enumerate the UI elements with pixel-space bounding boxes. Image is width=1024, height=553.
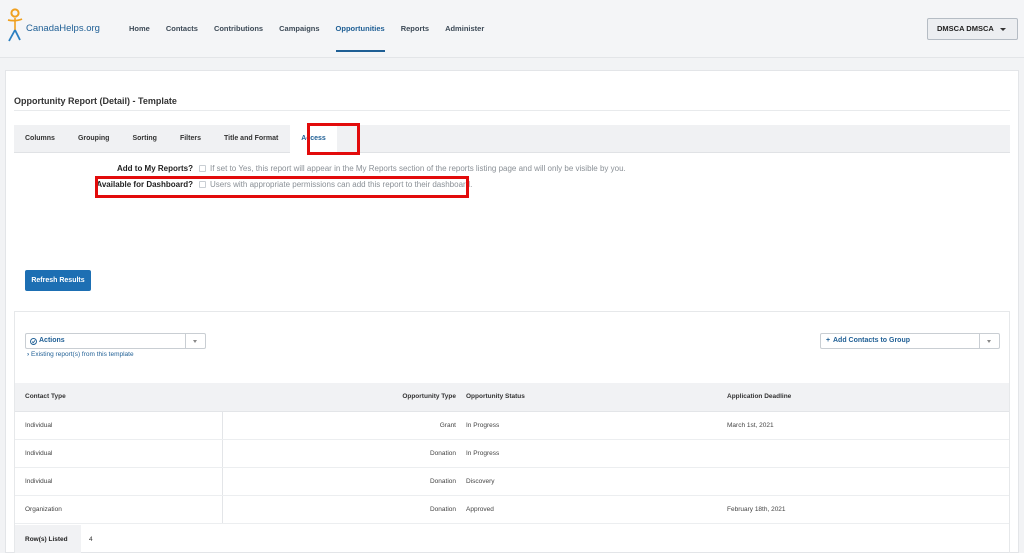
table-row: Individual Donation In Progress (15, 439, 1009, 468)
actions-select-divider (185, 334, 186, 348)
actions-select[interactable]: Actions (25, 333, 206, 349)
user-menu-button[interactable]: DMSCA DMSCA (927, 18, 1018, 40)
chevron-right-icon: › (27, 351, 30, 358)
dashboard-highlight (95, 176, 469, 198)
nav-item-contacts[interactable]: Contacts (166, 0, 198, 58)
cell-opportunity-type: Donation (222, 439, 461, 468)
report-container: Opportunity Report (Detail) - Template C… (5, 70, 1019, 553)
column-header-contact-type[interactable]: Contact Type (15, 383, 222, 412)
rows-listed-value: 4 (89, 536, 93, 543)
canadahelps-logo[interactable]: CanadaHelps.org (6, 8, 106, 44)
results-table: Contact Type Opportunity Type Opportunit… (15, 383, 1009, 524)
chevron-down-icon (193, 340, 197, 343)
my-reports-label: Add to My Reports? (117, 164, 193, 173)
cell-contact-type: Organization (15, 495, 223, 524)
tab-columns[interactable]: Columns (14, 125, 66, 153)
cell-opportunity-status: Approved (461, 495, 717, 524)
add-contacts-to-group-select[interactable]: + Add Contacts to Group (820, 333, 1000, 349)
cell-opportunity-status: In Progress (461, 411, 717, 440)
page-title: Opportunity Report (Detail) - Template (14, 96, 177, 106)
column-header-opportunity-type[interactable]: Opportunity Type (222, 383, 461, 412)
table-row: Organization Donation Approved February … (15, 495, 1009, 524)
nav-item-contributions[interactable]: Contributions (214, 0, 263, 58)
user-menu-label: DMSCA DMSCA (937, 24, 994, 33)
tab-title-and-format[interactable]: Title and Format (213, 125, 289, 153)
tab-sorting[interactable]: Sorting (121, 125, 168, 153)
table-footer: Row(s) Listed 4 (15, 525, 1009, 553)
title-divider (14, 110, 1010, 111)
chevron-down-icon (987, 340, 991, 343)
brand-name: CanadaHelps.org (26, 23, 100, 34)
cell-application-deadline (717, 439, 1009, 468)
cell-contact-type: Individual (15, 467, 223, 496)
rows-listed-label: Row(s) Listed (15, 525, 81, 553)
cell-opportunity-status: In Progress (461, 439, 717, 468)
column-header-application-deadline[interactable]: Application Deadline (717, 383, 1009, 412)
group-select-divider (979, 334, 980, 348)
access-tab-highlight (307, 123, 360, 155)
table-row: Individual Grant In Progress March 1st, … (15, 411, 1009, 440)
add-contacts-to-group-label: Add Contacts to Group (833, 337, 910, 344)
existing-reports-label: Existing report(s) from this template (30, 351, 134, 358)
cell-opportunity-type: Grant (222, 411, 461, 440)
top-navigation-bar: CanadaHelps.org Home Contacts Contributi… (0, 0, 1024, 58)
column-header-opportunity-status[interactable]: Opportunity Status (461, 383, 717, 412)
table-header-row: Contact Type Opportunity Type Opportunit… (15, 383, 1009, 412)
cell-application-deadline: February 18th, 2021 (717, 495, 1009, 524)
results-panel: Actions › Existing report(s) from this t… (14, 311, 1010, 553)
existing-reports-link[interactable]: › Existing report(s) from this template (27, 351, 134, 358)
cell-contact-type: Individual (15, 411, 223, 440)
cell-application-deadline (717, 467, 1009, 496)
main-nav: Home Contacts Contributions Campaigns Op… (129, 0, 500, 58)
tab-filters[interactable]: Filters (169, 125, 212, 153)
cell-opportunity-type: Donation (222, 467, 461, 496)
table-row: Individual Donation Discovery (15, 467, 1009, 496)
caret-down-icon (1000, 28, 1006, 31)
cell-opportunity-type: Donation (222, 495, 461, 524)
refresh-results-button[interactable]: Refresh Results (25, 270, 91, 291)
actions-label: Actions (39, 337, 65, 344)
nav-item-campaigns[interactable]: Campaigns (279, 0, 319, 58)
check-circle-icon (30, 337, 37, 345)
tab-grouping[interactable]: Grouping (67, 125, 121, 153)
report-tabs: Columns Grouping Sorting Filters Title a… (14, 125, 1010, 153)
plus-icon: + (826, 337, 831, 344)
nav-item-opportunities[interactable]: Opportunities (335, 0, 385, 58)
cell-opportunity-status: Discovery (461, 467, 717, 496)
nav-item-home[interactable]: Home (129, 0, 150, 58)
nav-item-administer[interactable]: Administer (445, 0, 484, 58)
my-reports-checkbox[interactable] (199, 165, 206, 172)
my-reports-help: If set to Yes, this report will appear i… (210, 164, 626, 173)
cell-contact-type: Individual (15, 439, 223, 468)
nav-item-reports[interactable]: Reports (401, 0, 429, 58)
cell-application-deadline: March 1st, 2021 (717, 411, 1009, 440)
